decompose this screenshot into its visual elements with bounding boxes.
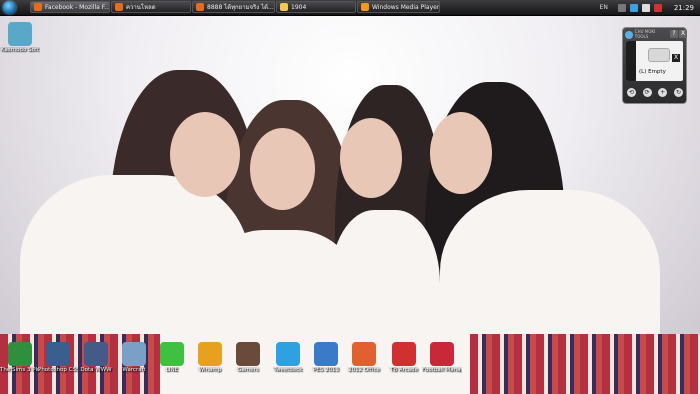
gadget-logo-icon xyxy=(625,30,633,39)
desktop-wallpaper xyxy=(0,0,700,394)
refresh-button[interactable]: ↻ xyxy=(673,88,683,97)
task-button-folder[interactable]: 1904 xyxy=(276,1,356,13)
desktop-icon-label: Football Manager xyxy=(422,367,462,373)
desktop-icon-label: Kasmodo Soft xyxy=(1,47,39,53)
desktop-icon-label: PES 2013 xyxy=(312,367,340,373)
app-icon xyxy=(8,342,32,366)
eraser-icon[interactable] xyxy=(648,48,670,62)
wallpaper-face-3 xyxy=(340,118,402,198)
app-icon xyxy=(236,342,260,366)
desktop-gadget: CHU MOKI TOOLS ? X X (L) Empty ⟲ ⟳ + ↻ xyxy=(622,27,687,104)
desktop-icon-label: Warcraft xyxy=(122,367,146,373)
desktop-icon-3[interactable]: Warcraft xyxy=(114,342,154,374)
desktop-icon-label: Gamers xyxy=(237,367,259,373)
desktop-icon-8[interactable]: PES 2013 xyxy=(306,342,346,374)
rotate-left-button[interactable]: ⟲ xyxy=(627,88,636,97)
taskbar-tasks: Facebook - Mozilla F... ควานโหลด 8888 ได… xyxy=(30,1,440,14)
desktop-icon-2[interactable]: Dota WWW xyxy=(76,342,116,374)
desktop-icon-label: TB Arcade xyxy=(389,367,419,373)
desktop-icon-11[interactable]: Football Manager xyxy=(422,342,462,374)
app-icon xyxy=(392,342,416,366)
desktop-icon-1[interactable]: Photoshop CS5 xyxy=(38,342,78,374)
firefox-icon xyxy=(34,3,42,11)
desktop-icon-label: LINE xyxy=(165,367,179,373)
task-label: 1904 xyxy=(291,3,307,11)
desktop-icon-0[interactable]: The Sims 3 Plus xyxy=(0,342,40,374)
desktop-icon-4[interactable]: LINE xyxy=(152,342,192,374)
app-icon xyxy=(160,342,184,366)
app-icon xyxy=(314,342,338,366)
task-button-facebook[interactable]: Facebook - Mozilla F... xyxy=(30,1,110,13)
desktop-icon-10[interactable]: TB Arcade xyxy=(384,342,424,374)
wallpaper-face-2 xyxy=(250,128,315,210)
desktop-icon-9[interactable]: 2012 Office xyxy=(344,342,384,374)
desktop-icon-label: Photoshop CS5 xyxy=(38,367,78,373)
app-icon xyxy=(198,342,222,366)
task-label: 8888 ได้ทุกยามจริง ได้... xyxy=(207,4,274,11)
task-button-media-player[interactable]: Windows Media Player xyxy=(357,1,440,13)
desktop-icon-label: The Sims 3 Plus xyxy=(0,367,40,373)
gadget-side-strip xyxy=(626,41,636,81)
wallpaper-face-1 xyxy=(170,112,240,197)
desktop-icon-kasmodo[interactable]: Kasmodo Soft xyxy=(0,22,40,54)
desktop-icon-label: Dota WWW xyxy=(80,367,112,373)
language-indicator[interactable]: EN xyxy=(600,4,608,11)
taskbar: Facebook - Mozilla F... ควานโหลด 8888 ได… xyxy=(0,0,700,16)
system-tray: EN 21:29 xyxy=(600,0,700,15)
volume-icon[interactable] xyxy=(641,3,650,12)
app-icon xyxy=(84,342,108,366)
task-button-thai-page[interactable]: 8888 ได้ทุกยามจริง ได้... xyxy=(192,1,275,13)
kasmodo-icon xyxy=(8,22,32,46)
app-icon xyxy=(352,342,376,366)
start-button[interactable] xyxy=(3,1,16,14)
firefox-icon xyxy=(196,3,204,11)
desktop-icon-6[interactable]: Gamers xyxy=(228,342,268,374)
clear-button[interactable]: X xyxy=(672,54,680,62)
folder-icon xyxy=(280,3,288,11)
task-label: Windows Media Player xyxy=(372,3,440,11)
add-button[interactable]: + xyxy=(658,88,668,97)
tray-arrow-icon[interactable] xyxy=(617,3,626,12)
task-button-download[interactable]: ควานโหลด xyxy=(111,1,191,13)
app-icon xyxy=(46,342,70,366)
help-button[interactable]: ? xyxy=(670,30,678,38)
gadget-header: CHU MOKI TOOLS xyxy=(625,29,669,39)
desktop-icon-5[interactable]: Winamp xyxy=(190,342,230,374)
close-button[interactable]: X xyxy=(679,30,687,38)
task-label: Facebook - Mozilla F... xyxy=(45,3,110,11)
gadget-controls: ⟲ ⟳ + ↻ xyxy=(627,88,683,97)
gadget-panel: X (L) Empty xyxy=(626,41,683,81)
desktop-icon-label: 2012 Office xyxy=(348,367,380,373)
desktop-icon-label: Winamp xyxy=(198,367,222,373)
app-icon xyxy=(276,342,300,366)
desktop-icon-label: Tweetdeck xyxy=(273,367,303,373)
task-label: ควานโหลด xyxy=(126,4,156,11)
gadget-status: (L) Empty xyxy=(639,69,666,75)
media-player-icon xyxy=(361,3,369,11)
gadget-title: CHU MOKI TOOLS xyxy=(634,29,656,39)
rotate-right-button[interactable]: ⟳ xyxy=(642,88,652,97)
firefox-icon xyxy=(115,3,123,11)
wallpaper-skirt-right xyxy=(470,334,700,394)
wallpaper-face-4 xyxy=(430,112,492,194)
desktop-icon-7[interactable]: Tweetdeck xyxy=(268,342,308,374)
app-icon xyxy=(122,342,146,366)
app-icon xyxy=(430,342,454,366)
network-icon[interactable] xyxy=(629,3,638,12)
security-icon[interactable] xyxy=(653,3,662,12)
clock[interactable]: 21:29 xyxy=(674,4,694,12)
